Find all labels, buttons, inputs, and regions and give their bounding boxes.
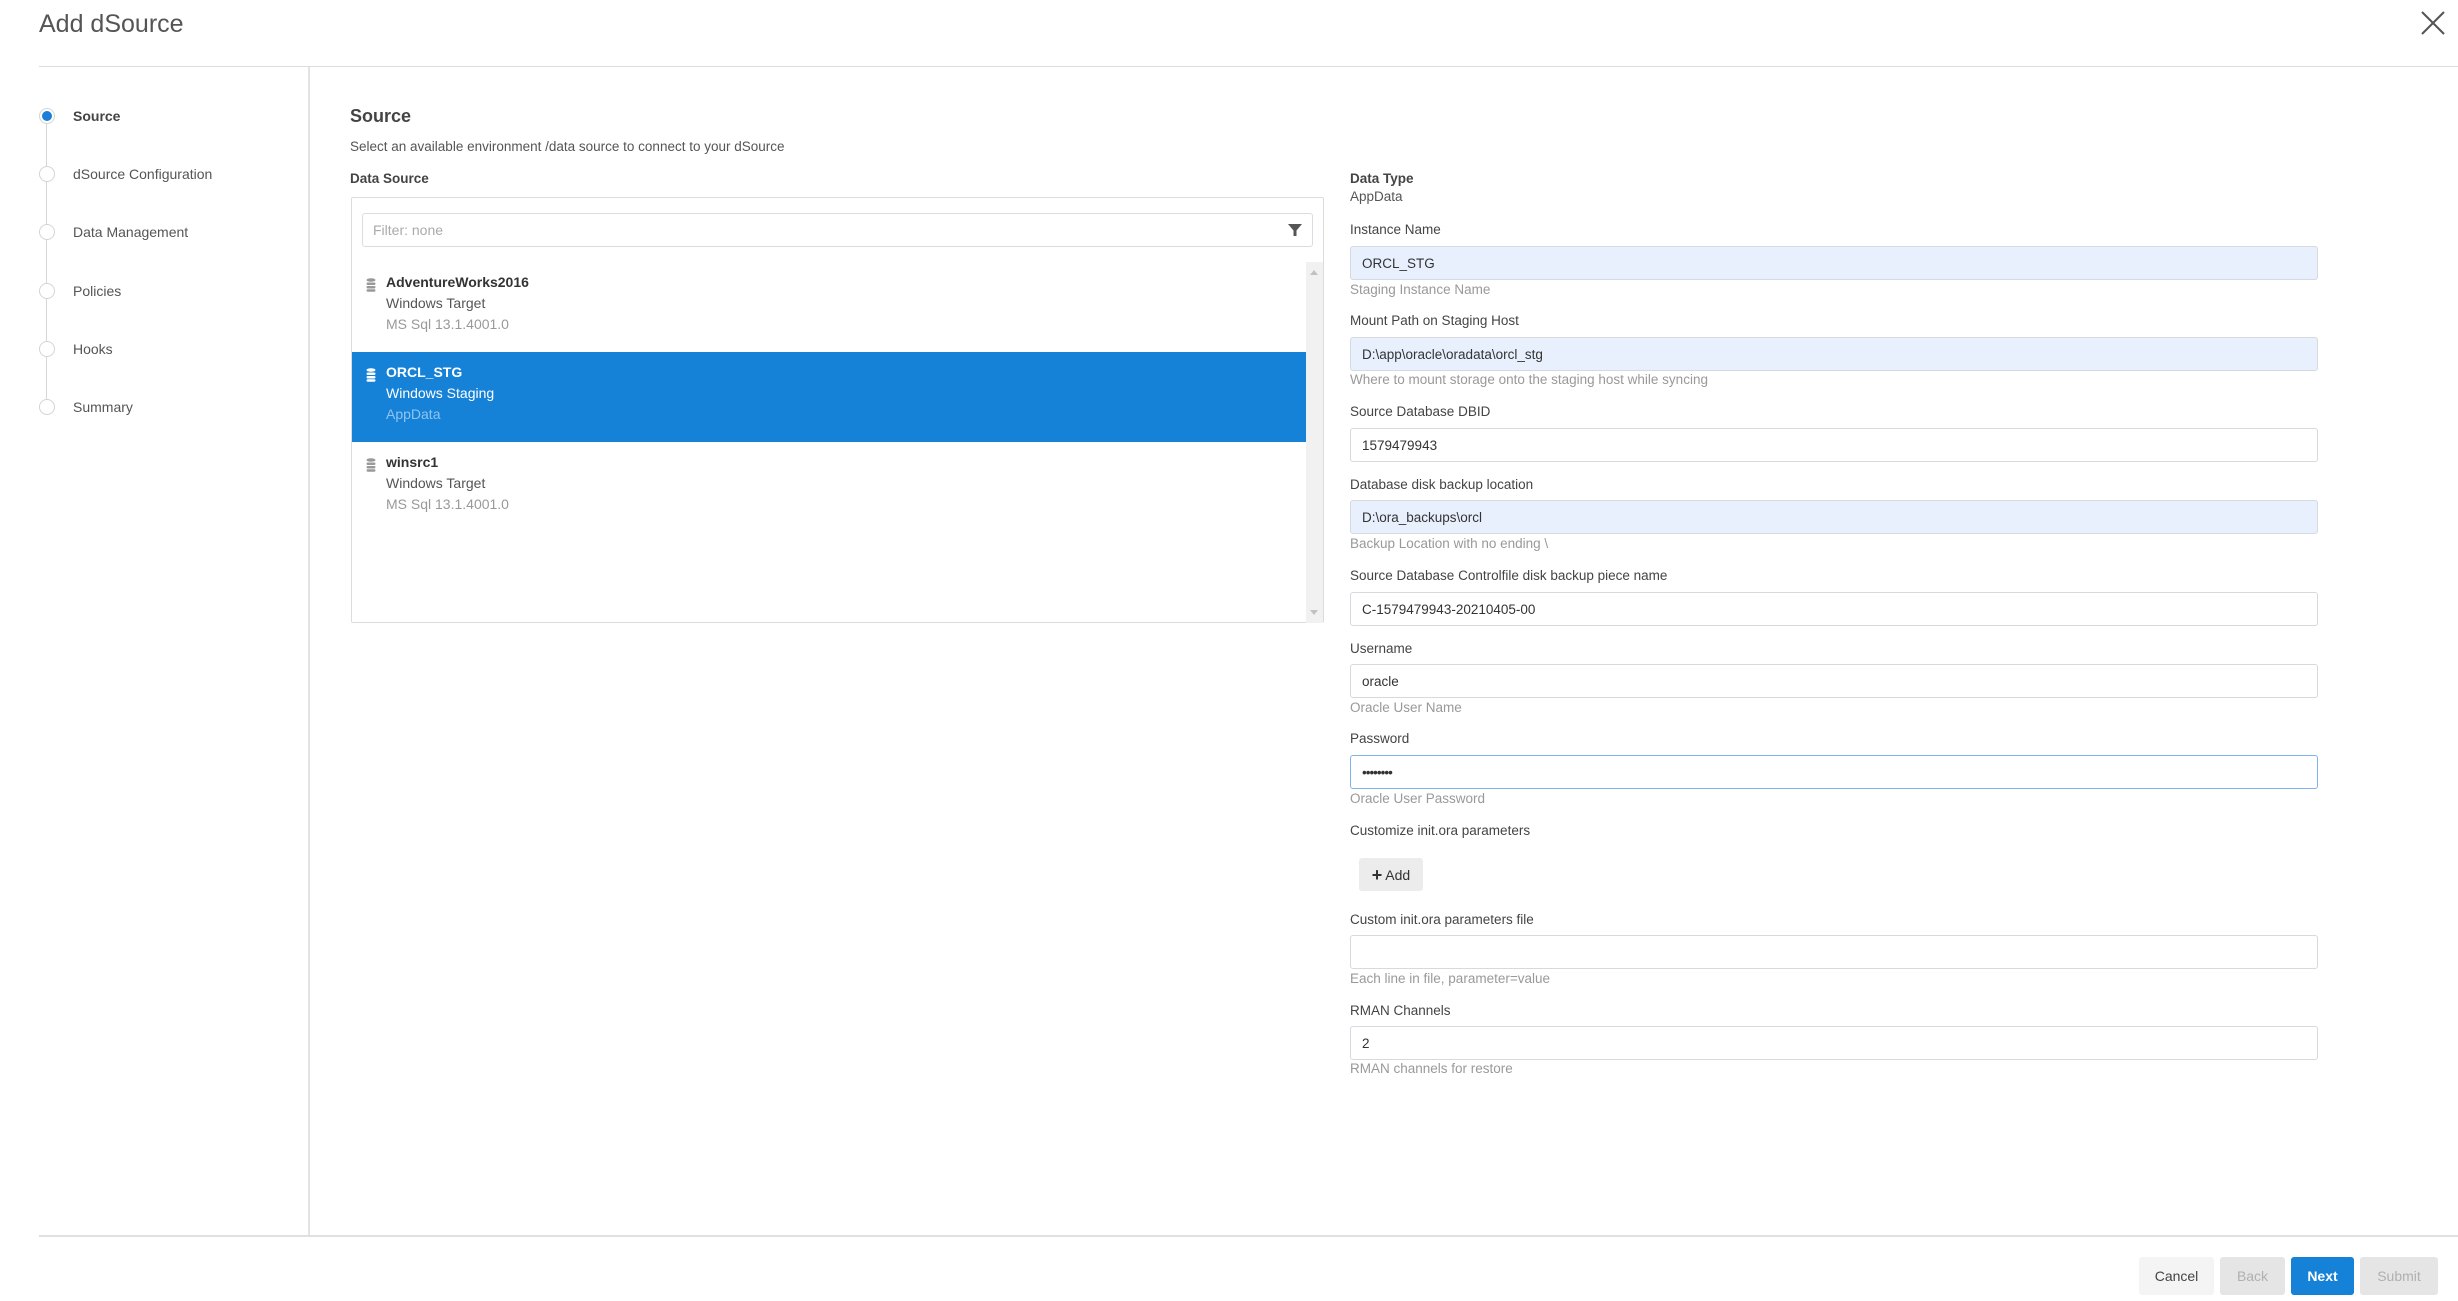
rman-channels-hint: RMAN channels for restore bbox=[1350, 1061, 1513, 1076]
list-item[interactable]: winsrc1 Windows Target MS Sql 13.1.4001.… bbox=[352, 442, 1306, 532]
init-file-hint: Each line in file, parameter=value bbox=[1350, 971, 1550, 986]
mount-path-hint: Where to mount storage onto the staging … bbox=[1350, 372, 1708, 387]
controlfile-label: Source Database Controlfile disk backup … bbox=[1350, 568, 1668, 583]
list-item-selected[interactable]: ORCL_STG Windows Staging AppData bbox=[352, 352, 1306, 442]
data-source-list: AdventureWorks2016 Windows Target MS Sql… bbox=[351, 197, 1324, 623]
step-label: dSource Configuration bbox=[73, 166, 213, 182]
add-button-label: Add bbox=[1385, 866, 1411, 883]
backup-location-input[interactable] bbox=[1350, 500, 2318, 534]
step-indicator bbox=[39, 166, 55, 182]
dbid-input[interactable] bbox=[1350, 428, 2318, 462]
header-divider bbox=[39, 66, 2458, 67]
data-source-label: Data Source bbox=[350, 171, 429, 186]
step-source[interactable]: Source bbox=[39, 107, 120, 125]
step-indicator bbox=[39, 224, 55, 240]
password-input[interactable] bbox=[1350, 755, 2318, 789]
backup-location-label: Database disk backup location bbox=[1350, 477, 1534, 492]
step-label: Source bbox=[73, 108, 121, 124]
username-label: Username bbox=[1350, 641, 1413, 656]
rman-channels-input[interactable] bbox=[1350, 1026, 2318, 1060]
database-icon bbox=[366, 458, 376, 472]
init-file-input[interactable] bbox=[1350, 935, 2318, 969]
step-hooks[interactable]: Hooks bbox=[39, 340, 113, 358]
step-dsource-configuration[interactable]: dSource Configuration bbox=[39, 165, 212, 183]
item-environment: Windows Staging bbox=[386, 385, 495, 401]
sidebar-divider bbox=[308, 67, 310, 1236]
step-indicator bbox=[39, 283, 55, 299]
data-type-value: AppData bbox=[1350, 189, 1403, 204]
list-item[interactable]: AdventureWorks2016 Windows Target MS Sql… bbox=[352, 262, 1306, 352]
step-indicator bbox=[39, 341, 55, 357]
item-environment: Windows Target bbox=[386, 475, 486, 491]
item-name: ORCL_STG bbox=[386, 364, 463, 380]
mount-path-label: Mount Path on Staging Host bbox=[1350, 313, 1519, 328]
rman-channels-label: RMAN Channels bbox=[1350, 1003, 1451, 1018]
item-type: MS Sql 13.1.4001.0 bbox=[386, 316, 509, 332]
scroll-down-arrow-icon[interactable] bbox=[1310, 610, 1318, 615]
backup-location-hint: Backup Location with no ending \ bbox=[1350, 536, 1549, 551]
username-hint: Oracle User Name bbox=[1350, 700, 1462, 715]
step-label: Data Management bbox=[73, 224, 189, 240]
data-source-rows: AdventureWorks2016 Windows Target MS Sql… bbox=[352, 262, 1306, 532]
item-name: AdventureWorks2016 bbox=[386, 274, 529, 290]
step-label: Hooks bbox=[73, 341, 113, 357]
list-scrollbar[interactable] bbox=[1306, 262, 1323, 623]
plus-icon: + bbox=[1371, 864, 1383, 885]
step-data-management[interactable]: Data Management bbox=[39, 223, 188, 241]
add-init-param-button[interactable]: + Add bbox=[1359, 858, 1423, 891]
init-file-label: Custom init.ora parameters file bbox=[1350, 912, 1534, 927]
dialog-title: Add dSource bbox=[39, 10, 184, 38]
instance-name-input[interactable] bbox=[1350, 246, 2318, 280]
step-summary[interactable]: Summary bbox=[39, 398, 133, 416]
step-indicator bbox=[39, 399, 55, 415]
section-title: Source bbox=[350, 106, 412, 126]
footer-divider bbox=[39, 1235, 2458, 1237]
username-input[interactable] bbox=[1350, 664, 2318, 698]
dbid-label: Source Database DBID bbox=[1350, 404, 1491, 419]
item-environment: Windows Target bbox=[386, 295, 486, 311]
cancel-button[interactable]: Cancel bbox=[2139, 1257, 2214, 1295]
item-type: AppData bbox=[386, 406, 441, 422]
item-type: MS Sql 13.1.4001.0 bbox=[386, 496, 509, 512]
item-name: winsrc1 bbox=[386, 454, 439, 470]
step-indicator-active bbox=[39, 108, 55, 124]
filter-input[interactable] bbox=[363, 214, 1263, 246]
database-icon bbox=[366, 368, 376, 382]
data-type-label: Data Type bbox=[1350, 171, 1414, 186]
step-policies[interactable]: Policies bbox=[39, 282, 121, 300]
filter-icon[interactable] bbox=[1288, 223, 1302, 237]
submit-button[interactable]: Submit bbox=[2360, 1257, 2438, 1295]
instance-name-label: Instance Name bbox=[1350, 222, 1441, 237]
password-hint: Oracle User Password bbox=[1350, 791, 1486, 806]
section-subtitle: Select an available environment /data so… bbox=[350, 139, 785, 154]
close-button[interactable] bbox=[2418, 8, 2448, 38]
database-icon bbox=[366, 278, 376, 292]
back-button[interactable]: Back bbox=[2220, 1257, 2285, 1295]
close-icon bbox=[2421, 11, 2445, 35]
mount-path-input[interactable] bbox=[1350, 337, 2318, 371]
step-label: Policies bbox=[73, 283, 122, 299]
filter-field bbox=[362, 213, 1313, 247]
next-button[interactable]: Next bbox=[2291, 1257, 2354, 1295]
step-label: Summary bbox=[73, 399, 133, 415]
init-params-label: Customize init.ora parameters bbox=[1350, 823, 1531, 838]
password-label: Password bbox=[1350, 731, 1410, 746]
scroll-up-arrow-icon[interactable] bbox=[1310, 270, 1318, 275]
instance-name-hint: Staging Instance Name bbox=[1350, 282, 1491, 297]
controlfile-input[interactable] bbox=[1350, 592, 2318, 626]
